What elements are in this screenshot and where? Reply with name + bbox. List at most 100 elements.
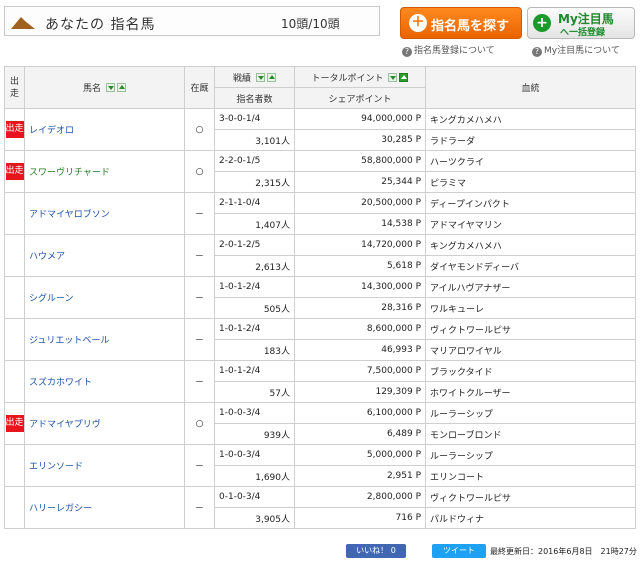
sire-cell: ヴィクトワールピサ [425, 318, 636, 340]
horse-name-cell: アドマイヤプリヴ [24, 402, 185, 445]
horse-name-cell: レイデオロ [24, 108, 185, 151]
total-points-cell: 7,500,000 P [294, 360, 426, 382]
sort-record-asc-icon[interactable] [266, 72, 276, 82]
col-header-blood: 血統 [425, 66, 636, 109]
total-points-cell: 14,720,000 P [294, 234, 426, 256]
zai-cell: ○ [184, 402, 215, 445]
total-points-cell: 14,300,000 P [294, 276, 426, 298]
zai-cell: － [184, 276, 215, 319]
nominators-cell: 505人 [214, 297, 295, 319]
share-points-cell: 129,309 P [294, 381, 426, 403]
dam-cell: ピラミマ [425, 171, 636, 193]
horse-name-link[interactable]: ハリーレガシー [29, 504, 92, 514]
zai-cell: － [184, 444, 215, 487]
zai-cell: － [184, 318, 215, 361]
share-points-cell: 25,344 P [294, 171, 426, 193]
horse-icon [11, 17, 35, 29]
horse-name-link[interactable]: スワーヴリチャード [29, 168, 110, 178]
horse-name-link[interactable]: アドマイヤロブソン [29, 210, 110, 220]
nominated-horses-table: 出走 馬名 在厩 戦績 トータルポイント 血統 指名者数 シェアポイント 出走レ… [4, 66, 636, 529]
start-cell [4, 444, 25, 487]
question-icon: ? [532, 47, 542, 57]
start-badge: 出走 [5, 163, 24, 180]
start-badge: 出走 [5, 121, 24, 138]
table-row: スズカホワイト － 1-0-1-2/4 7,500,000 P ブラックタイド [4, 360, 636, 403]
total-points-cell: 2,800,000 P [294, 486, 426, 508]
sort-total-asc-icon[interactable] [399, 72, 409, 82]
share-points-cell: 6,489 P [294, 423, 426, 445]
table-row: ハリーレガシー － 0-1-0-3/4 2,800,000 P ヴィクトワールピサ [4, 486, 636, 529]
record-cell: 2-2-0-1/5 [214, 150, 295, 172]
total-points-cell: 94,000,000 P [294, 108, 426, 130]
horse-name-cell: ジュリエットベール [24, 318, 185, 361]
start-cell [4, 192, 25, 235]
start-cell: 出走 [4, 150, 25, 193]
horse-name-link[interactable]: ハウメア [29, 252, 65, 262]
horse-name-link[interactable]: レイデオロ [29, 126, 74, 136]
search-nominated-button[interactable]: ＋ 指名馬を探す [400, 7, 522, 39]
record-cell: 1-0-0-3/4 [214, 402, 295, 424]
share-points-cell: 2,951 P [294, 465, 426, 487]
horse-name-cell: ハウメア [24, 234, 185, 277]
sort-name-asc-icon[interactable] [116, 83, 126, 92]
horse-name-cell: ハリーレガシー [24, 486, 185, 529]
horse-name-cell: エリンソード [24, 444, 185, 487]
table-row: 出走 スワーヴリチャード ○ 2-2-0-1/5 58,800,000 P ハーツクライ [4, 150, 636, 193]
dam-cell: ラドラーダ [425, 129, 636, 151]
dam-cell: ダイヤモンドディーバ [425, 255, 636, 277]
share-points-cell: 716 P [294, 507, 426, 529]
horse-name-link[interactable]: アドマイヤプリヴ [29, 420, 101, 430]
horse-name-link[interactable]: シグルーン [29, 294, 74, 304]
share-points-cell: 5,618 P [294, 255, 426, 277]
sort-record-desc-icon[interactable] [255, 72, 265, 82]
sire-cell: キングカメハメハ [425, 108, 636, 130]
zai-cell: ○ [184, 150, 215, 193]
sire-cell: アイルハヴアナザー [425, 276, 636, 298]
start-cell [4, 318, 25, 361]
col-header-share: シェアポイント [294, 87, 426, 109]
total-points-cell: 5,000,000 P [294, 444, 426, 466]
zai-cell: － [184, 192, 215, 235]
help-link-my-watch[interactable]: ? My注目馬について [532, 43, 620, 57]
header-title: あなたの 指名馬 [45, 17, 156, 33]
dam-cell: モンローブロンド [425, 423, 636, 445]
start-cell [4, 486, 25, 529]
tweet-button[interactable]: ツイート [432, 544, 486, 558]
start-cell [4, 276, 25, 319]
dam-cell: アドマイヤマリン [425, 213, 636, 235]
share-points-cell: 46,993 P [294, 339, 426, 361]
horse-count: 10頭/10頭 [281, 17, 340, 31]
help-link-nominate[interactable]: ? 指名馬登録について [402, 43, 495, 57]
total-points-cell: 20,500,000 P [294, 192, 426, 214]
share-points-cell: 28,316 P [294, 297, 426, 319]
horse-name-link[interactable]: スズカホワイト [29, 378, 92, 388]
dam-cell: ワルキューレ [425, 297, 636, 319]
record-cell: 2-0-1-2/5 [214, 234, 295, 256]
nominated-horses-header: あなたの 指名馬 10頭/10頭 [4, 6, 380, 36]
horse-name-cell: スズカホワイト [24, 360, 185, 403]
nominators-cell: 183人 [214, 339, 295, 361]
table-row: ジュリエットベール － 1-0-1-2/4 8,600,000 P ヴィクトワールピサ [4, 318, 636, 361]
total-points-cell: 58,800,000 P [294, 150, 426, 172]
record-cell: 1-0-0-3/4 [214, 444, 295, 466]
col-header-total: トータルポイント [294, 66, 426, 88]
sire-cell: ハーツクライ [425, 150, 636, 172]
share-points-cell: 30,285 P [294, 129, 426, 151]
horse-name-link[interactable]: ジュリエットベール [29, 336, 109, 346]
sort-total-desc-icon[interactable] [388, 72, 398, 82]
sire-cell: ルーラーシップ [425, 444, 636, 466]
my-watch-register-button[interactable]: + My注目馬 へ一括登録 [527, 7, 635, 39]
horse-name-cell: シグルーン [24, 276, 185, 319]
sire-cell: キングカメハメハ [425, 234, 636, 256]
dam-cell: マリアロワイヤル [425, 339, 636, 361]
record-cell: 3-0-0-1/4 [214, 108, 295, 130]
nominators-cell: 2,613人 [214, 255, 295, 277]
sire-cell: ブラックタイド [425, 360, 636, 382]
col-header-zai: 在厩 [184, 66, 215, 109]
dam-cell: ホワイトクルーザー [425, 381, 636, 403]
col-header-start: 出走 [4, 66, 25, 109]
facebook-like-button[interactable]: いいね！ 0 [346, 544, 406, 558]
record-cell: 2-1-1-0/4 [214, 192, 295, 214]
sort-name-desc-icon[interactable] [105, 83, 115, 92]
horse-name-link[interactable]: エリンソード [29, 462, 83, 472]
